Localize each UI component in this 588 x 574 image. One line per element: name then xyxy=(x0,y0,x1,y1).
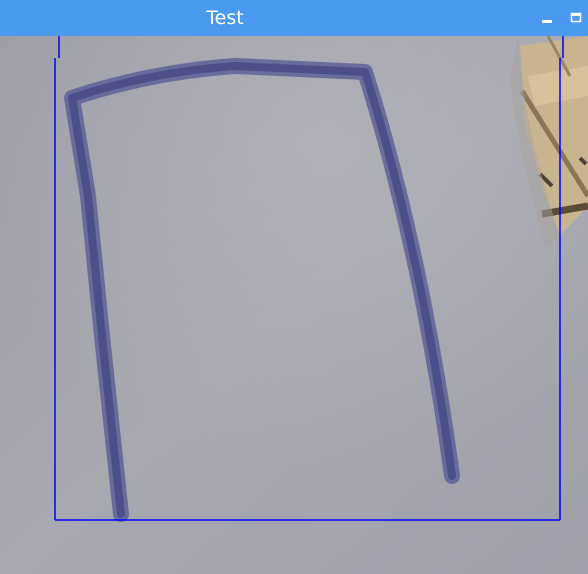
window-title: Test xyxy=(206,7,244,29)
title-bar[interactable]: Test xyxy=(0,0,588,36)
maximize-icon xyxy=(570,12,582,23)
camera-image xyxy=(0,36,588,574)
camera-feed xyxy=(0,36,588,574)
app-window: Test xyxy=(0,0,588,574)
minimize-button[interactable] xyxy=(540,9,556,27)
minimize-icon xyxy=(542,20,552,23)
maximize-button[interactable] xyxy=(569,9,585,27)
